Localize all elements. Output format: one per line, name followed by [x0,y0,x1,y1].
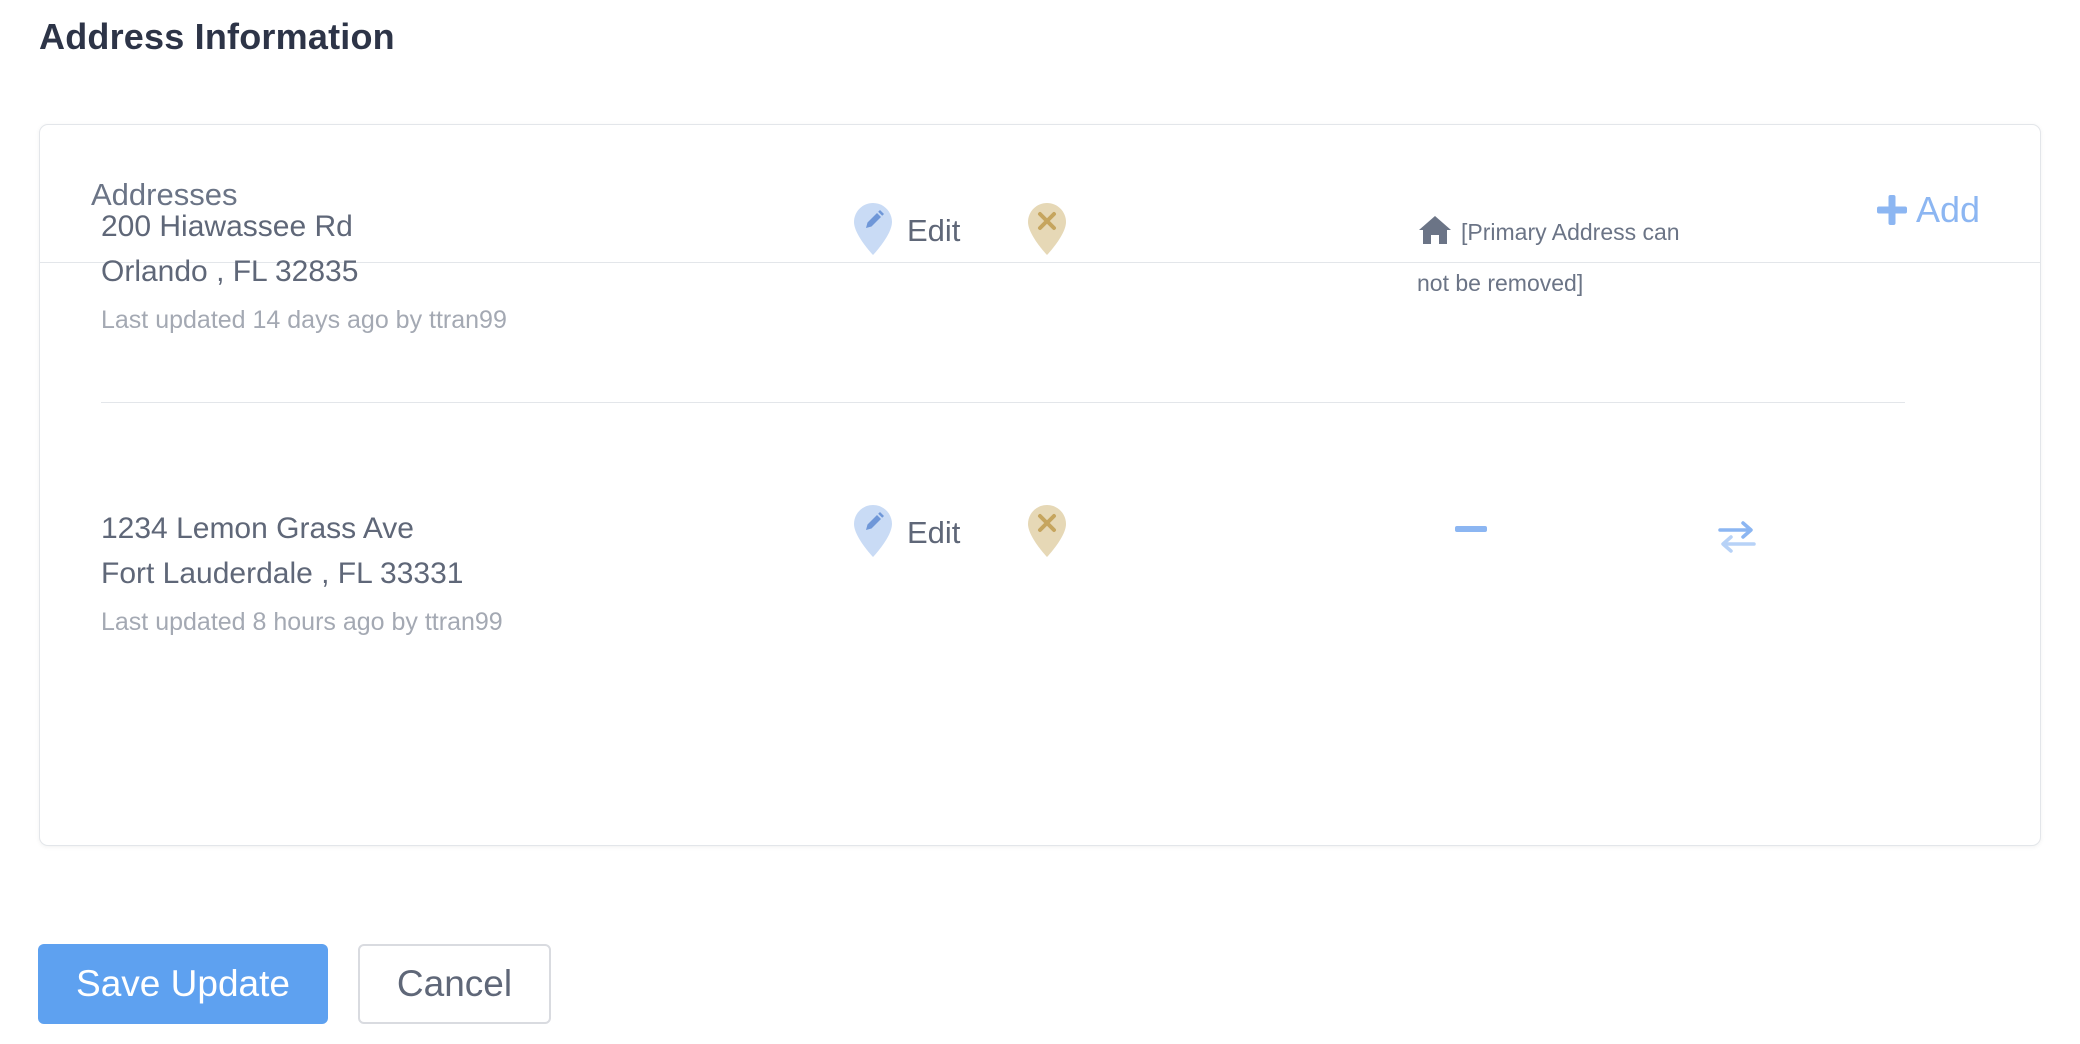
remove-address-button[interactable] [1027,202,1067,261]
cancel-button[interactable]: Cancel [358,944,551,1024]
address-row-secondary: 1234 Lemon Grass Ave Fort Lauderdale , F… [101,505,1905,672]
remove-address-button[interactable] [1027,504,1067,563]
edit-address-label: Edit [907,514,961,550]
address-line1: 1234 Lemon Grass Ave [101,512,414,545]
address-last-updated: Last updated 14 days ago by ttran99 [101,306,507,334]
primary-address-note: [Primary Address can not be removed] [1417,210,1697,306]
home-icon [1417,214,1453,261]
edit-address-button[interactable]: Edit [853,504,960,563]
row-divider [101,402,1905,403]
address-line1: 200 Hiawassee Rd [101,210,353,243]
add-address-label: Add [1915,189,1980,230]
address-line2: Fort Lauderdale , FL 33331 [101,557,464,590]
minus-icon [1455,522,1487,539]
swap-arrows-icon [1718,521,1756,558]
remove-secondary-address-button[interactable] [1455,522,1487,540]
map-pin-pencil-icon [853,202,893,261]
save-update-button[interactable]: Save Update [38,944,328,1024]
edit-address-button[interactable]: Edit [853,202,960,261]
address-line2: Orlando , FL 32835 [101,255,359,288]
make-primary-button[interactable] [1718,520,1756,559]
address-last-updated: Last updated 8 hours ago by ttran99 [101,608,503,636]
primary-address-note-text: [Primary Address can not be removed] [1417,219,1680,296]
page-title: Address Information [39,16,395,57]
address-row-primary: 200 Hiawassee Rd Orlando , FL 32835 Last… [101,203,1905,370]
map-pin-x-icon [1027,505,1067,562]
edit-address-label: Edit [907,212,961,248]
map-pin-x-icon [1027,203,1067,260]
map-pin-pencil-icon [853,504,893,563]
addresses-card-title: Addresses [91,177,238,212]
